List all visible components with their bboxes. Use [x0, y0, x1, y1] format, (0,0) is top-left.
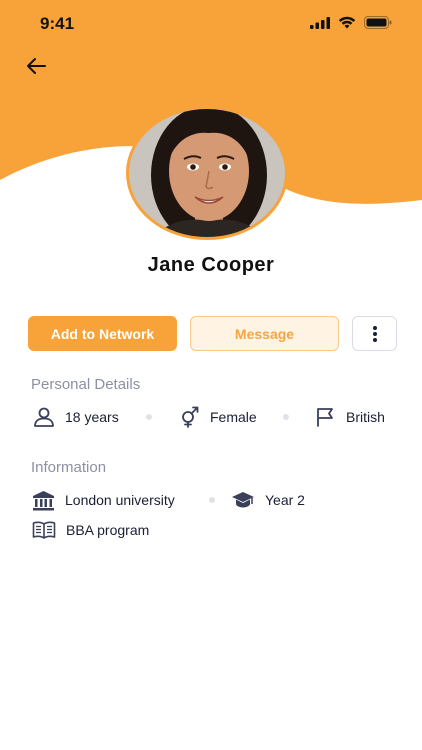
battery-icon: [364, 16, 392, 29]
separator-dot: [283, 414, 289, 420]
more-options-button[interactable]: [352, 316, 397, 351]
program-item: BBA program: [32, 519, 149, 541]
status-bar: 9:41: [0, 0, 422, 48]
age-text: 18 years: [65, 409, 119, 425]
more-vertical-icon: [372, 325, 377, 342]
add-to-network-button[interactable]: Add to Network: [28, 316, 177, 351]
separator-dot: [146, 414, 152, 420]
message-button[interactable]: Message: [190, 316, 339, 351]
status-icons: [310, 16, 392, 29]
signal-icon: [310, 16, 330, 29]
back-button[interactable]: [22, 52, 50, 80]
avatar-portrait: [129, 109, 285, 237]
gender-text: Female: [210, 409, 257, 425]
status-time: 9:41: [40, 14, 75, 33]
age-item: 18 years: [33, 406, 119, 428]
separator-dot: [209, 497, 215, 503]
nationality-text: British: [346, 409, 385, 425]
flag-icon: [316, 407, 336, 427]
gender-icon: [180, 406, 200, 428]
program-text: BBA program: [66, 522, 150, 538]
personal-details-title: Personal Details: [31, 376, 141, 393]
book-icon: [32, 521, 56, 539]
back-arrow-icon: [27, 58, 46, 74]
user-icon: [33, 407, 55, 427]
bank-icon: [32, 490, 55, 511]
gender-item: Female: [180, 406, 257, 428]
year-text: Year 2: [265, 492, 305, 508]
information-title: Information: [31, 459, 107, 476]
university-item: London university: [32, 489, 175, 511]
nationality-item: British: [316, 406, 385, 428]
profile-name: Jane Cooper: [147, 254, 275, 276]
graduation-cap-icon: [231, 491, 255, 509]
year-item: Year 2: [231, 489, 305, 511]
university-text: London university: [65, 492, 175, 508]
wifi-icon: [338, 16, 356, 29]
avatar: [126, 106, 288, 240]
